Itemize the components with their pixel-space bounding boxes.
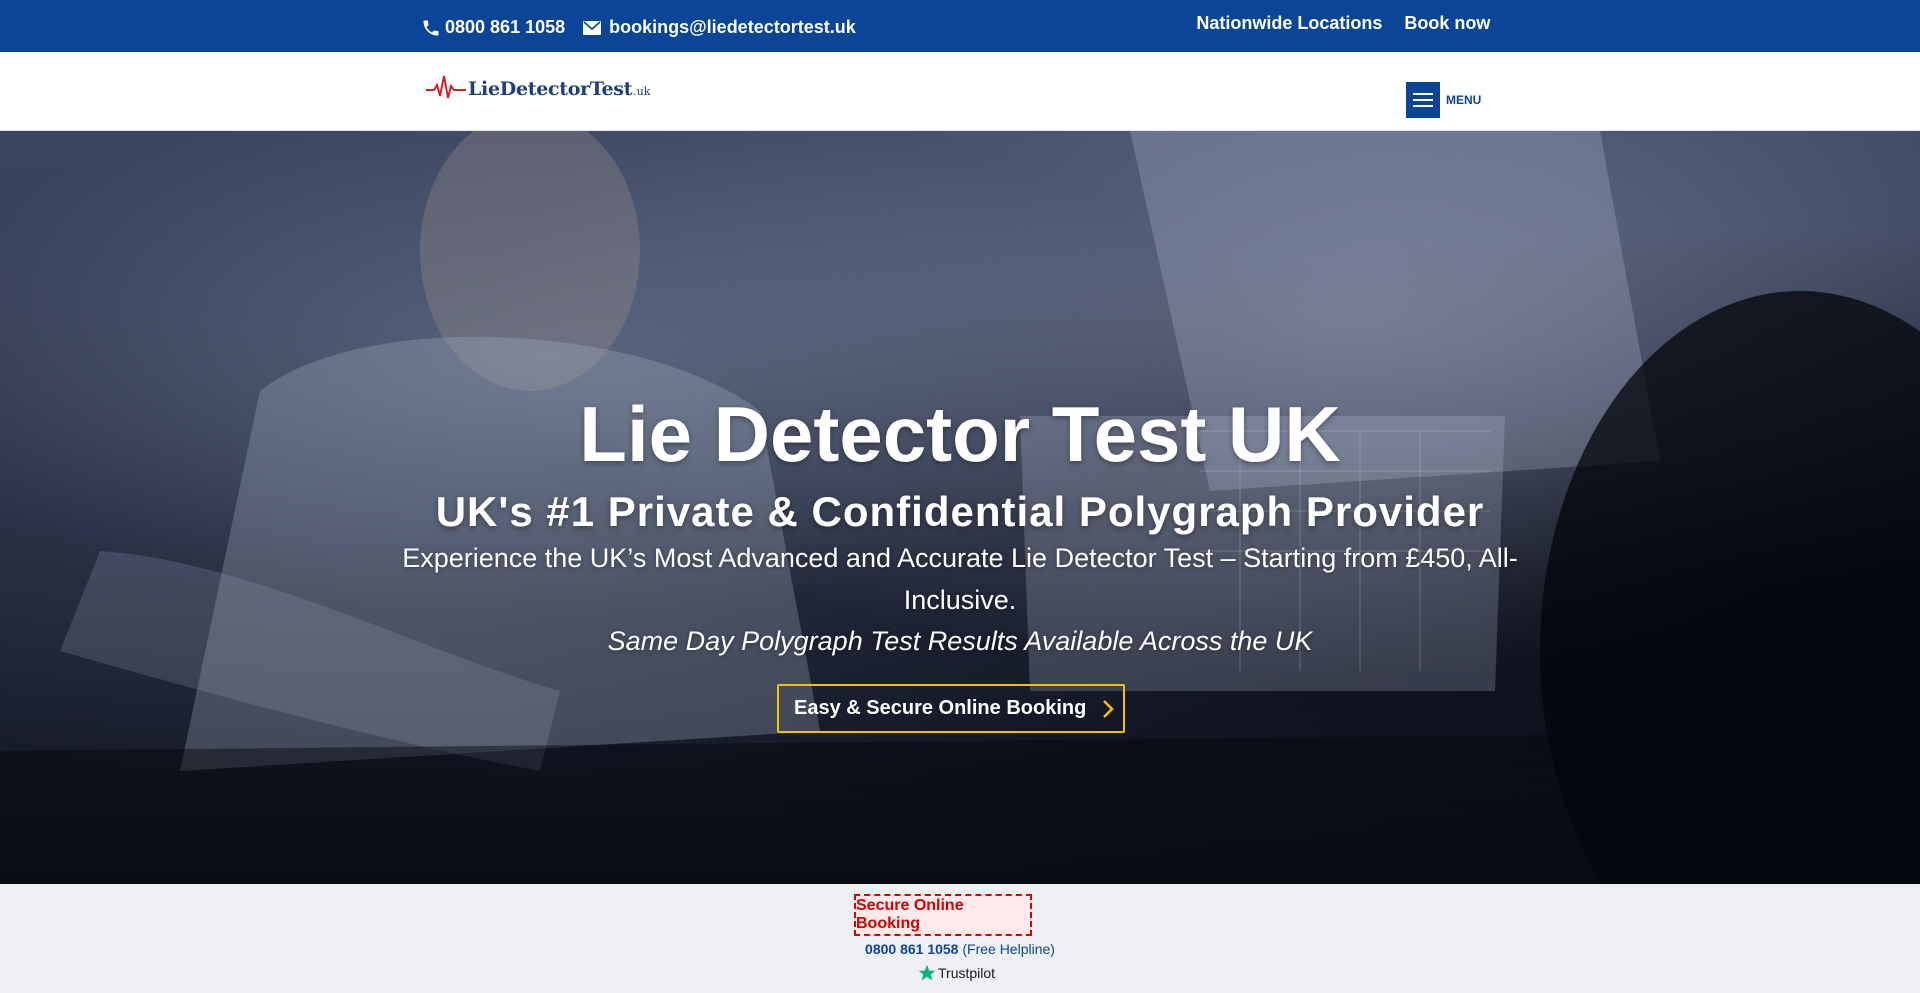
- trustpilot-star-icon: [918, 964, 936, 981]
- trustpilot-label: Trustpilot: [938, 965, 996, 981]
- envelope-icon: [583, 20, 602, 35]
- secure-booking-button[interactable]: Secure Online Booking: [854, 894, 1032, 936]
- email-address: bookings@liedetectortest.uk: [609, 17, 856, 37]
- hero-lead: Experience the UK’s Most Advanced and Ac…: [402, 543, 1518, 615]
- hero-tagline: Same Day Polygraph Test Results Availabl…: [607, 626, 1313, 656]
- nationwide-locations-link[interactable]: Nationwide Locations: [1196, 13, 1382, 34]
- chevron-right-icon: [1103, 700, 1114, 718]
- top-links: Nationwide Locations Book now: [1174, 13, 1499, 34]
- hero-subtitle: UK's #1 Private & Confidential Polygraph…: [435, 488, 1485, 535]
- polygraph-wave-icon: [426, 75, 466, 99]
- helpline-note: (Free Helpline): [958, 941, 1055, 957]
- hero-title: Lie Detector Test UK: [579, 390, 1341, 478]
- hero-section: Lie Detector Test UK UK's #1 Private & C…: [0, 131, 1920, 884]
- helpline: 0800 861 1058 (Free Helpline): [0, 941, 1920, 957]
- site-logo[interactable]: LieDetectorTest .uk: [426, 72, 650, 100]
- menu-button[interactable]: MENU: [1406, 82, 1481, 118]
- online-booking-button[interactable]: Easy & Secure Online Booking: [777, 684, 1125, 733]
- email-link[interactable]: bookings@liedetectortest.uk: [583, 17, 856, 38]
- contact-info: 0800 861 1058 bookings@liedetectortest.u…: [421, 17, 874, 38]
- menu-label: MENU: [1446, 93, 1482, 107]
- site-header: LieDetectorTest .uk MENU: [0, 52, 1920, 131]
- top-bar: 0800 861 1058 bookings@liedetectortest.u…: [0, 0, 1920, 52]
- trustpilot-badge[interactable]: Trustpilot: [918, 964, 995, 982]
- phone-icon: [423, 20, 439, 35]
- logo-text: LieDetectorTest: [468, 78, 633, 100]
- book-now-link[interactable]: Book now: [1404, 13, 1499, 34]
- helpline-number[interactable]: 0800 861 1058: [865, 941, 958, 957]
- booking-strip: Secure Online Booking 0800 861 1058 (Fre…: [0, 884, 1920, 993]
- hamburger-icon: [1406, 82, 1440, 118]
- online-booking-label: Easy & Secure Online Booking: [794, 697, 1087, 719]
- phone-number: 0800 861 1058: [445, 17, 566, 37]
- logo-suffix: .uk: [633, 85, 651, 98]
- phone-link[interactable]: 0800 861 1058: [421, 17, 565, 38]
